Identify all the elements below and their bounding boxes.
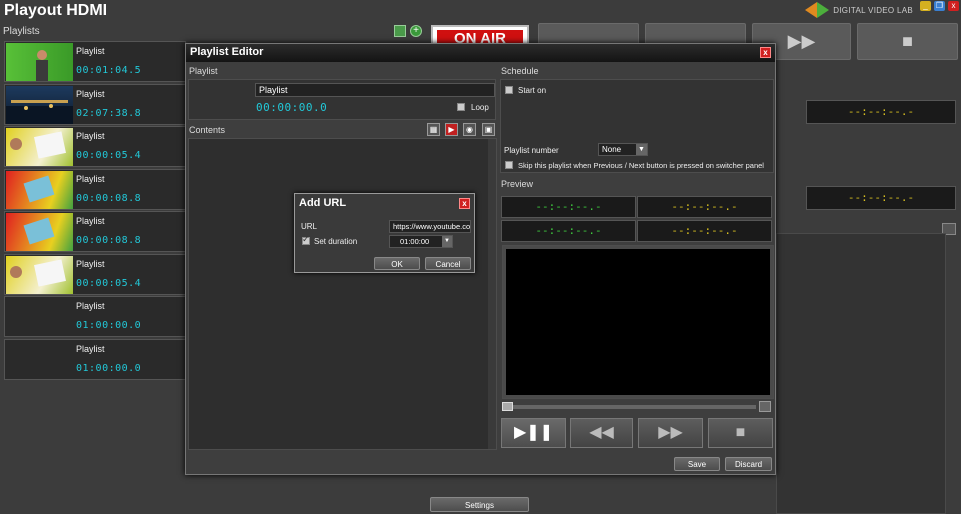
add-live-icon[interactable]: ◉	[463, 123, 476, 136]
start-on-checkbox[interactable]	[505, 86, 513, 94]
add-url-dialog: Add URL x URL https://www.youtube.co Set…	[294, 193, 475, 273]
bg-stop-button[interactable]: ■	[857, 23, 958, 60]
loop-checkbox[interactable]	[457, 103, 465, 111]
playlist-item[interactable]: Playlist 00:00:08.8	[4, 169, 186, 210]
playlist-thumbnail	[6, 86, 73, 124]
playlist-item[interactable]: Playlist 01:00:00.0	[4, 339, 186, 380]
playlist-name: Playlist	[76, 174, 105, 184]
save-button[interactable]: Save	[674, 457, 720, 471]
schedule-panel: Start on Playlist number None ▼ Skip thi…	[500, 79, 774, 173]
close-app-icon[interactable]: x	[948, 1, 959, 11]
seek-handle[interactable]	[502, 402, 513, 411]
dialog-title: Add URL	[299, 197, 347, 209]
contents-scrollbar[interactable]	[488, 139, 496, 449]
playlist-number-label: Playlist number	[504, 146, 559, 155]
restore-icon[interactable]: ❐	[934, 1, 945, 11]
image-icon[interactable]	[394, 25, 406, 37]
playlist-name: Playlist	[76, 301, 105, 311]
url-input[interactable]: https://www.youtube.co	[389, 220, 471, 233]
duration-value: 01:00:00	[400, 237, 430, 246]
stop-button[interactable]: ■	[708, 418, 773, 448]
playlist-item[interactable]: Playlist 01:00:00.0	[4, 296, 186, 337]
playlist-name: Playlist	[76, 259, 105, 269]
editor-close-icon[interactable]: x	[760, 47, 771, 58]
add-playlist-icon[interactable]: +	[410, 25, 422, 37]
dialog-close-icon[interactable]: x	[459, 198, 470, 209]
preview-timecode: --:--:--.-	[501, 220, 636, 242]
editor-titlebar: Playlist Editor x	[186, 44, 775, 62]
rewind-button[interactable]: ◀◀	[570, 418, 633, 448]
set-duration-checkbox[interactable]	[302, 234, 310, 245]
playlist-duration: 01:00:00.0	[76, 320, 142, 331]
playlist-duration: 00:00:08.8	[76, 235, 142, 246]
playlist-number-value: None	[602, 145, 622, 154]
playlist-duration: 00:00:05.4	[76, 150, 142, 161]
ok-button[interactable]: OK	[374, 257, 420, 270]
playlist-thumbnail	[6, 43, 73, 81]
play-pause-button[interactable]: ▶❚❚	[501, 418, 566, 448]
schedule-label: Schedule	[501, 66, 539, 76]
playlist-name: Playlist	[76, 131, 105, 141]
fullscreen-icon[interactable]	[759, 401, 771, 412]
playlist-duration: 00:01:04.5	[76, 65, 142, 76]
playlist-name: Playlist	[76, 216, 105, 226]
playlist-duration: 00:00:08.8	[76, 193, 142, 204]
duration-input[interactable]: 01:00:00 ▼	[389, 235, 453, 248]
start-on-label: Start on	[518, 86, 547, 95]
app-title: Playout HDMI	[4, 2, 108, 19]
playlist-total-duration: 00:00:00.0	[256, 101, 328, 114]
playlist-thumbnail	[6, 128, 73, 166]
playlist-item[interactable]: Playlist 00:01:04.5	[4, 41, 186, 82]
loop-label: Loop	[471, 103, 489, 112]
bg-panel	[776, 233, 946, 514]
brand-logo-icon	[805, 2, 829, 18]
contents-panel	[188, 138, 497, 450]
set-duration-label: Set duration	[314, 237, 358, 246]
preview-frame	[502, 245, 774, 399]
playlist-thumbnail	[6, 213, 73, 251]
playlist-duration: 01:00:00.0	[76, 363, 142, 374]
preview-timecode: --:--:--.-	[637, 196, 772, 218]
add-image-icon[interactable]: ▣	[482, 123, 495, 136]
playlist-duration: 00:00:05.4	[76, 278, 142, 289]
skip-label: Skip this playlist when Previous / Next …	[518, 161, 764, 170]
cancel-button[interactable]: Cancel	[425, 257, 471, 270]
chevron-down-icon: ▼	[442, 236, 452, 247]
youtube-icon[interactable]: ▶	[445, 123, 458, 136]
chevron-down-icon: ▼	[636, 144, 647, 155]
preview-label: Preview	[501, 179, 534, 189]
playlist-item[interactable]: Playlist 00:00:08.8	[4, 211, 186, 252]
minimize-icon[interactable]: _	[920, 1, 931, 11]
fast-forward-button[interactable]: ▶▶	[638, 418, 703, 448]
playlist-name: Playlist	[76, 46, 105, 56]
bg-timecode: --:--:--.-	[806, 186, 956, 210]
contents-label: Contents	[189, 125, 226, 135]
preview-timecode: --:--:--.-	[501, 196, 636, 218]
playlist-item[interactable]: Playlist 02:07:38.8	[4, 84, 186, 125]
playlist-item[interactable]: Playlist 00:00:05.4	[4, 126, 186, 167]
playlist-name-input[interactable]: Playlist	[255, 83, 495, 97]
preview-timecode: --:--:--.-	[637, 220, 772, 242]
playlist-name: Playlist	[76, 344, 105, 354]
playlist-section-label: Playlist	[189, 66, 218, 76]
editor-title: Playlist Editor	[190, 46, 264, 58]
playlist-number-select[interactable]: None ▼	[598, 143, 648, 156]
playlist-thumbnail	[6, 171, 73, 209]
url-label: URL	[301, 222, 318, 231]
playlist-info-panel: Playlist 00:00:00.0 Loop	[188, 79, 496, 120]
playlist-name: Playlist	[76, 89, 105, 99]
brand-name: DIGITAL VIDEO LAB	[833, 6, 913, 15]
add-clip-icon[interactable]: ▦	[427, 123, 440, 136]
seek-bar[interactable]	[502, 405, 756, 409]
playlist-duration: 02:07:38.8	[76, 108, 142, 119]
bg-timecode: --:--:--.-	[806, 100, 956, 124]
skip-checkbox[interactable]	[505, 161, 513, 169]
settings-button[interactable]: Settings	[430, 497, 529, 512]
discard-button[interactable]: Discard	[725, 457, 772, 471]
playlists-label: Playlists	[3, 26, 40, 37]
preview-video	[506, 249, 770, 395]
playlist-thumbnail	[6, 256, 73, 294]
playlist-item[interactable]: Playlist 00:00:05.4	[4, 254, 186, 295]
playlist-editor-window: Playlist Editor x Playlist Playlist 00:0…	[185, 43, 776, 475]
